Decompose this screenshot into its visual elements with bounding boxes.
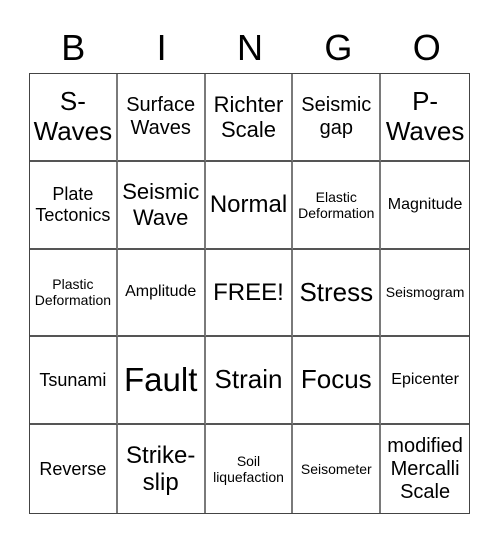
bingo-grid: S- Waves Surface Waves Richter Scale Sei… <box>29 73 470 514</box>
bingo-cell: Seismic Wave <box>117 161 206 250</box>
bingo-cell: Strain <box>205 337 294 426</box>
bingo-cell: Plastic Deformation <box>30 249 118 338</box>
cell-text: Seisometer <box>300 461 372 478</box>
cell-text: Plastic Deformation <box>34 276 112 309</box>
bingo-cell: Reverse <box>30 425 118 513</box>
bingo-cell: S- Waves <box>30 74 118 162</box>
cell-text: Strike- slip <box>126 441 196 497</box>
cell-text: Richter Scale <box>213 91 284 142</box>
bingo-cell: Fault <box>117 337 206 426</box>
bingo-cell: Focus <box>293 337 382 426</box>
header-letter-n: N <box>236 27 263 68</box>
bingo-cell: Amplitude <box>117 249 206 338</box>
cell-text: Plate Tectonics <box>35 184 111 225</box>
cell-text: Stress <box>299 276 374 307</box>
bingo-cell: Seismogram <box>381 250 469 338</box>
cell-text: modified Mercalli Scale <box>387 434 463 503</box>
cell-text: Surface Waves <box>126 93 196 139</box>
cell-text: Tsunami <box>39 369 107 390</box>
bingo-cell: Elastic Deformation <box>293 161 382 250</box>
cell-text: Seismogram <box>385 284 465 301</box>
bingo-cell: Stress <box>293 249 382 338</box>
cell-text: Fault <box>124 361 198 399</box>
cell-text: Reverse <box>39 458 107 479</box>
bingo-header: B I N G O <box>29 26 471 70</box>
bingo-cell: P- Waves <box>381 74 469 162</box>
cell-text: Strain <box>214 364 283 395</box>
header-letter-i: I <box>156 27 167 68</box>
cell-text: Epicenter <box>391 371 459 389</box>
free-space: FREE! <box>205 249 294 338</box>
bingo-cell: modified Mercalli Scale <box>381 425 469 513</box>
bingo-cell: Magnitude <box>381 162 469 250</box>
bingo-cell: Normal <box>205 161 294 250</box>
cell-text: P- Waves <box>385 86 465 146</box>
bingo-cell: Seismic gap <box>293 74 382 162</box>
bingo-cell: Plate Tectonics <box>30 161 118 250</box>
header-letter-b: B <box>61 27 86 68</box>
cell-text: S- Waves <box>33 86 113 146</box>
header-letter-g: G <box>324 27 353 68</box>
bingo-cell: Soil liquefaction <box>206 425 294 513</box>
cell-text: Amplitude <box>125 283 197 301</box>
cell-text: Normal <box>209 190 288 218</box>
cell-text: Soil liquefaction <box>213 453 284 486</box>
cell-text: Focus <box>300 364 372 395</box>
bingo-cell: Epicenter <box>381 337 469 426</box>
bingo-cell: Tsunami <box>30 337 118 426</box>
bingo-cell: Surface Waves <box>117 74 206 162</box>
cell-text: Elastic Deformation <box>298 188 375 221</box>
cell-text: Seismic gap <box>301 93 372 139</box>
cell-text: FREE! <box>213 278 284 306</box>
cell-text: Magnitude <box>387 195 463 213</box>
bingo-cell: Richter Scale <box>205 74 294 162</box>
cell-text: Seismic Wave <box>122 179 200 230</box>
bingo-cell: Seisometer <box>293 425 382 513</box>
header-letter-o: O <box>412 27 441 68</box>
bingo-cell: Strike- slip <box>118 425 206 513</box>
